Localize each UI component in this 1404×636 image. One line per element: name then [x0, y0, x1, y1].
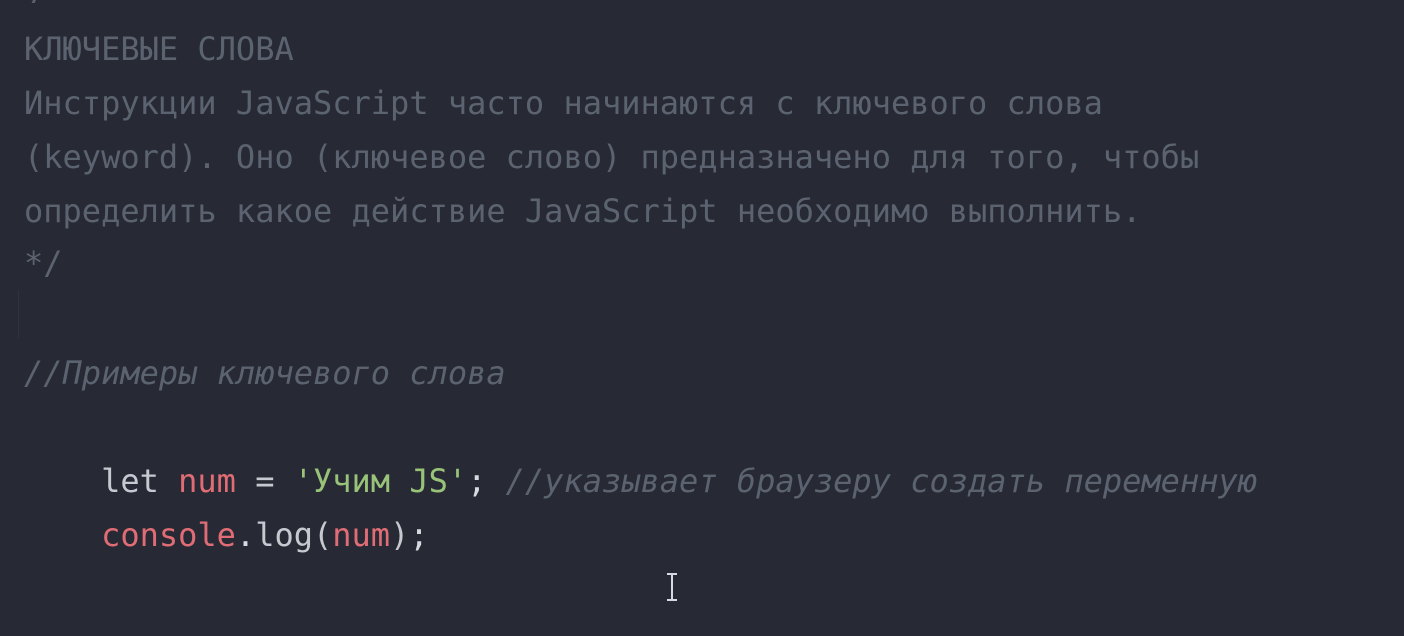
comment-line-3: определить какое действие JavaScript нео… [24, 192, 1142, 230]
comment-line-1: Инструкции JavaScript часто начинаются с… [24, 84, 1103, 122]
comment-close: */ [24, 244, 63, 282]
semicolon: ; [467, 462, 487, 500]
text-cursor-icon [667, 573, 677, 601]
code-line-console: console.log(num); [24, 454, 429, 554]
comment-line-2: (keyword). Оно (ключевое слово) предназн… [24, 138, 1200, 176]
example-comment: //Примеры ключевого слова [24, 354, 506, 392]
open-paren: ( [312, 516, 333, 554]
argument-num: num [332, 516, 391, 554]
comment-fragment: / [30, 0, 49, 8]
log-method: log [255, 516, 313, 554]
code-editor[interactable]: / КЛЮЧЕВЫЕ СЛОВА Инструкции JavaScript ч… [0, 0, 1404, 636]
code-line-let: let num = 'Учим JS'; //указывает браузер… [24, 400, 1257, 500]
gutter-marker [0, 290, 19, 338]
inline-comment: //указывает браузеру создать переменную [505, 462, 1257, 500]
close-paren: ) [390, 516, 410, 554]
semicolon-2: ; [409, 516, 429, 554]
dot: . [235, 516, 256, 554]
comment-heading: КЛЮЧЕВЫЕ СЛОВА [24, 30, 294, 68]
console-object: console [101, 516, 236, 554]
